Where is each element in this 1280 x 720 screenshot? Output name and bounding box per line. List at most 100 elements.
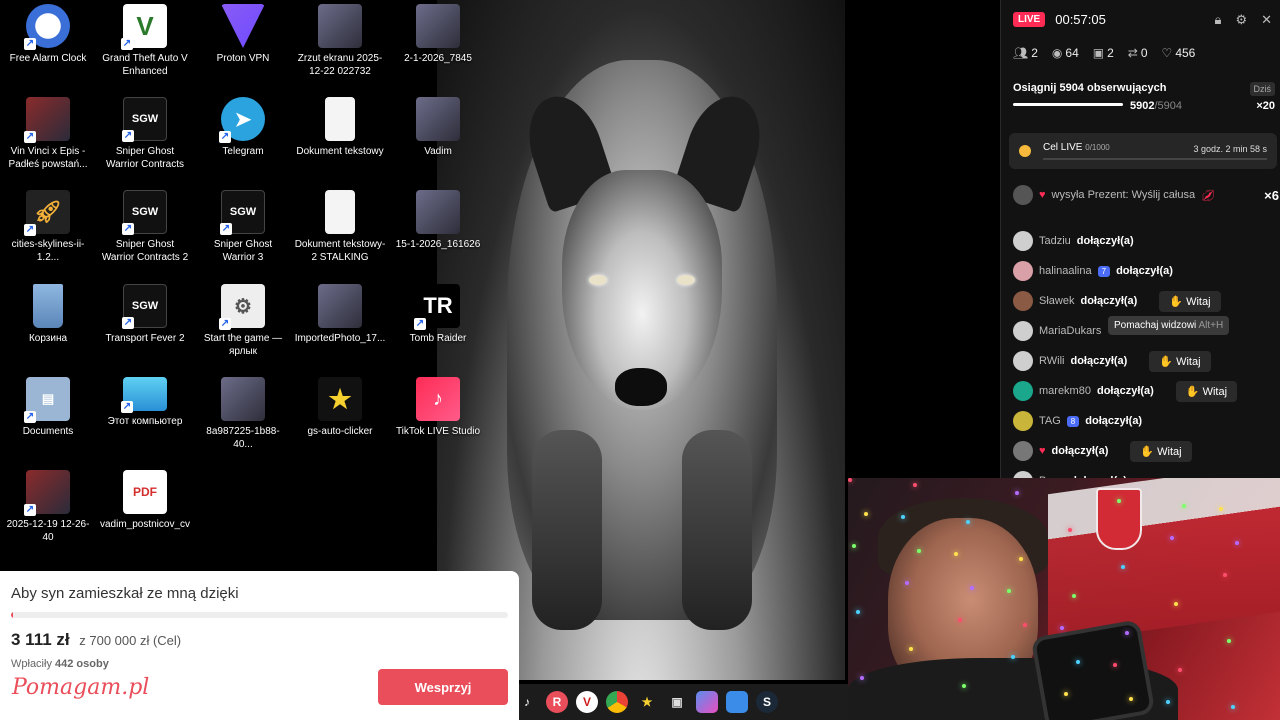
desktop-icon[interactable]: Zrzut ekranu 2025-12-22 022732 <box>292 4 388 78</box>
chat-username[interactable]: Sławek <box>1039 295 1074 307</box>
desktop-icon[interactable]: Vadim <box>390 97 486 158</box>
colorful-app-icon[interactable] <box>696 691 718 713</box>
tiktok-taskbar-icon[interactable]: ♪ <box>516 691 538 713</box>
chat-row: marekm80 dołączył(a) ✋ Witaj <box>1013 376 1279 406</box>
donors-label: Wpłaciły <box>11 658 52 670</box>
steam-icon[interactable]: S <box>756 691 778 713</box>
game-icon: SGW ↗ <box>122 190 167 235</box>
shares-count: 0 <box>1140 46 1148 60</box>
wave-label: Witaj <box>1176 355 1201 368</box>
lock-icon[interactable]: 🔒︎ <box>1215 12 1222 28</box>
avatar[interactable] <box>1013 291 1033 311</box>
desktop-icon[interactable]: V ↗ Grand Theft Auto V Enhanced <box>97 4 193 78</box>
chat-username[interactable]: Tadziu <box>1039 235 1071 247</box>
desktop-icon-label: Sniper Ghost Warrior 3 <box>213 239 273 263</box>
close-icon[interactable]: ✕ <box>1261 12 1272 28</box>
desktop-icon-label: TikTok LIVE Studio <box>395 426 481 437</box>
desktop-icon[interactable]: ↗ Free Alarm Clock <box>0 4 96 65</box>
shortcut-arrow-icon: ↗ <box>121 401 133 413</box>
avatar[interactable] <box>1013 411 1033 431</box>
desktop-icon[interactable]: ★ gs-auto-clicker <box>292 377 388 438</box>
r-app-taskbar-icon[interactable]: R <box>546 691 568 713</box>
viewers-count: 64 <box>1065 46 1079 60</box>
desktop-icon[interactable]: ⚙ ↗ Start the game — ярлык <box>195 284 291 358</box>
wave-button[interactable]: ✋ Witaj <box>1175 380 1238 402</box>
desktop-icon[interactable]: ↗ Этот компьютер <box>97 377 193 428</box>
goal-progress-bar <box>1013 103 1123 106</box>
chrome-icon[interactable] <box>606 691 628 713</box>
desktop-icon[interactable]: ↗ 2025-12-19 12-26-40 <box>0 470 96 544</box>
donors-count: 442 osoby <box>55 658 109 670</box>
gear-icon[interactable]: ⚙ <box>1235 12 1247 28</box>
chat-username[interactable]: TAG <box>1039 415 1061 427</box>
goal-current: 5902 <box>1130 100 1155 112</box>
avatar[interactable] <box>1013 261 1033 281</box>
settings-file-icon: ⚙ ↗ <box>219 284 265 330</box>
users-icon: 👥︎ <box>1013 46 1029 60</box>
desktop-icon[interactable]: TR ↗ Tomb Raider <box>390 284 486 345</box>
webcam-feed <box>848 478 1280 720</box>
game-icon: SGW ↗ <box>122 97 167 142</box>
gift-icon: ▣ <box>1092 46 1105 60</box>
chat-action: dołączył(a) <box>1080 295 1138 307</box>
desktop-icon[interactable]: 2-1-2026_7845 <box>390 4 486 65</box>
wave-label: Witaj <box>1186 295 1211 308</box>
desktop-icon[interactable]: SGW ↗ Sniper Ghost Warrior Contracts <box>97 97 193 171</box>
desktop-icon[interactable]: ↗ Vin Vinci x Epis - Padłeś powstań... <box>0 97 96 171</box>
desktop-icon[interactable]: ▤ ↗ Documents <box>0 377 96 438</box>
desktop-icon-label: Dokument tekstowy <box>296 146 384 157</box>
star-app-icon[interactable]: ★ <box>636 691 658 713</box>
vivaldi-icon[interactable]: V <box>576 691 598 713</box>
avatar[interactable] <box>1013 231 1033 251</box>
desktop-icon[interactable]: SGW ↗ Sniper Ghost Warrior Contracts 2 <box>97 190 193 264</box>
chat-username[interactable]: marekm80 <box>1039 385 1091 397</box>
shortcut-arrow-icon: ↗ <box>414 318 426 330</box>
wave-button[interactable]: ✋ Witaj <box>1130 440 1192 462</box>
avatar[interactable] <box>1013 441 1033 461</box>
desktop-icon-label: Этот компьютер <box>107 416 183 427</box>
desktop-icon-label: Dokument tekstowy-2 STALKING <box>294 239 386 263</box>
avatar[interactable] <box>1013 381 1033 401</box>
desktop-icon[interactable]: ➤ ↗ Telegram <box>195 97 291 158</box>
desktop-icon[interactable]: ↗ Proton VPN <box>195 4 291 65</box>
heart-icon: ♡ <box>1161 46 1173 60</box>
goal-emoji-icon <box>1019 145 1031 157</box>
desktop-icon[interactable]: 8a987225-1b88-40... <box>195 377 291 451</box>
live-goal-card[interactable]: Cel LIVE 0/1000 3 godz. 2 min 58 s <box>1009 133 1277 169</box>
desktop-icon[interactable]: ImportedPhoto_17... <box>292 284 388 345</box>
desktop-icon[interactable]: PDF vadim_postnicov_cv <box>97 470 193 531</box>
desktop-icon[interactable]: SGW ↗ Sniper Ghost Warrior 3 <box>195 190 291 264</box>
fundraiser-title: Aby syn zamieszkał ze mną dzięki <box>11 585 239 602</box>
chat-row: halinaalina 7 dołączył(a) <box>1013 256 1279 286</box>
desktop-icon-label: Sniper Ghost Warrior Contracts <box>106 146 184 170</box>
desktop-icon[interactable]: Корзина <box>0 284 96 345</box>
live-timer: 00:57:05 <box>1055 12 1106 27</box>
wave-button[interactable]: ✋ Witaj <box>1159 290 1221 312</box>
gta-icon: V ↗ <box>121 4 167 50</box>
desktop-icon-label: Telegram <box>222 146 264 157</box>
video-file-icon: ↗ <box>24 470 70 516</box>
box-app-icon[interactable]: ▣ <box>666 691 688 713</box>
chat-username[interactable]: halinaalina <box>1039 265 1092 277</box>
heart-icon: ♥ <box>1039 445 1046 457</box>
chat-action: dołączył(a) <box>1051 445 1109 457</box>
shortcut-arrow-icon: ↗ <box>24 504 36 516</box>
support-button[interactable]: Wesprzyj <box>378 669 508 705</box>
desktop-icon[interactable]: Dokument tekstowy <box>292 97 388 158</box>
chat-row: ♥ dołączył(a) ✋ Witaj <box>1013 436 1279 466</box>
desktop-icon[interactable]: 15-1-2026_161626 <box>390 190 486 251</box>
chat-username[interactable]: RWili <box>1039 355 1064 367</box>
avatar[interactable] <box>1013 321 1033 341</box>
desktop-icon-label: Free Alarm Clock <box>9 53 87 64</box>
wave-hand-icon: ✋ <box>1169 295 1187 308</box>
chat-row: RWili dołączył(a) ✋ Witaj <box>1013 346 1279 376</box>
desktop-icon[interactable]: SGW ↗ Transport Fever 2 <box>97 284 193 345</box>
desktop-icon[interactable]: Dokument tekstowy-2 STALKING <box>292 190 388 264</box>
chat-username[interactable]: MariaDukars <box>1039 325 1101 337</box>
desktop-icon[interactable]: ♪ TikTok LIVE Studio <box>390 377 486 438</box>
photos-icon[interactable] <box>726 691 748 713</box>
desktop-icon[interactable]: 🚀︎ ↗ cities-skylines-ii-1.2... <box>0 190 96 264</box>
desktop-icon-label: Documents <box>22 426 74 437</box>
wave-button[interactable]: ✋ Witaj <box>1149 350 1211 372</box>
avatar[interactable] <box>1013 351 1033 371</box>
